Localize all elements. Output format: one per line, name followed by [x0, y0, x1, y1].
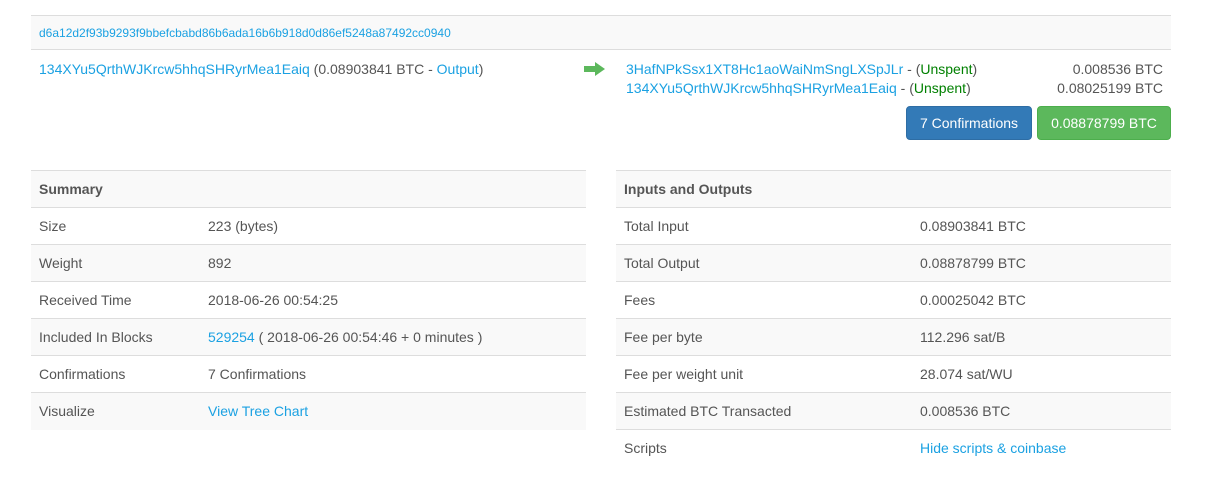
row-value: 28.074 sat/WU	[912, 355, 1171, 393]
table-row: Included In Blocks 529254 ( 2018-06-26 0…	[31, 318, 586, 356]
row-label: Size	[31, 207, 200, 245]
inputs-outputs-header-row: Inputs and Outputs	[616, 170, 1171, 208]
row-label: Received Time	[31, 281, 200, 319]
output-amount: 0.08025199 BTC	[1057, 80, 1163, 96]
row-value: Hide scripts & coinbase	[912, 429, 1171, 467]
input-address-link[interactable]: 134XYu5QrthWJKrcw5hhqSHRyrMea1Eaiq	[39, 61, 310, 77]
input-amount: (0.08903841 BTC -	[309, 61, 437, 77]
output-address-group: 3HafNPkSsx1XT8Hc1aoWaiNmSngLXSpJLr - (Un…	[626, 60, 977, 79]
row-value: 112.296 sat/B	[912, 318, 1171, 356]
inputs-outputs-title: Inputs and Outputs	[616, 170, 1171, 208]
row-value: View Tree Chart	[200, 392, 586, 430]
output-separator: - (	[896, 80, 914, 96]
row-value: 223 (bytes)	[200, 207, 586, 245]
table-row: Total Input 0.08903841 BTC	[616, 207, 1171, 245]
row-value: 2018-06-26 00:54:25	[200, 281, 586, 319]
output-status-link[interactable]: Unspent	[914, 80, 966, 96]
table-row: Visualize View Tree Chart	[31, 392, 586, 430]
transaction-input: 134XYu5QrthWJKrcw5hhqSHRyrMea1Eaiq (0.08…	[39, 60, 483, 79]
input-suffix: )	[478, 61, 484, 77]
row-value: 0.08903841 BTC	[912, 207, 1171, 245]
output-row: 134XYu5QrthWJKrcw5hhqSHRyrMea1Eaiq - (Un…	[626, 79, 1163, 98]
table-row: Total Output 0.08878799 BTC	[616, 244, 1171, 282]
row-label: Scripts	[616, 429, 912, 467]
row-label: Fee per byte	[616, 318, 912, 356]
total-amount-button[interactable]: 0.08878799 BTC	[1037, 106, 1171, 140]
table-row: Fee per weight unit 28.074 sat/WU	[616, 355, 1171, 393]
row-label: Confirmations	[31, 355, 200, 393]
summary-table: Summary Size 223 (bytes) Weight 892 Rece…	[31, 170, 586, 430]
output-close: )	[966, 80, 971, 96]
table-row: Fees 0.00025042 BTC	[616, 281, 1171, 319]
table-row: Estimated BTC Transacted 0.008536 BTC	[616, 392, 1171, 430]
transaction-hash-link[interactable]: d6a12d2f93b9293f9bbefcbabd86b6ada16b6b91…	[39, 26, 451, 40]
row-value: 0.08878799 BTC	[912, 244, 1171, 282]
inputs-outputs-table: Inputs and Outputs Total Input 0.0890384…	[616, 170, 1171, 467]
output-row: 3HafNPkSsx1XT8Hc1aoWaiNmSngLXSpJLr - (Un…	[626, 60, 1163, 79]
row-value: 0.008536 BTC	[912, 392, 1171, 430]
transaction-box: d6a12d2f93b9293f9bbefcbabd86b6ada16b6b91…	[31, 15, 1171, 150]
block-height-link[interactable]: 529254	[208, 329, 255, 345]
row-value: 7 Confirmations	[200, 355, 586, 393]
output-amount: 0.008536 BTC	[1072, 61, 1163, 77]
output-address-link[interactable]: 3HafNPkSsx1XT8Hc1aoWaiNmSngLXSpJLr	[626, 61, 903, 77]
row-label: Included In Blocks	[31, 318, 200, 356]
row-label: Weight	[31, 244, 200, 282]
view-tree-chart-link[interactable]: View Tree Chart	[208, 403, 308, 419]
transaction-buttons: 7 Confirmations 0.08878799 BTC	[906, 106, 1171, 140]
output-separator: - (	[903, 61, 921, 77]
row-label: Total Input	[616, 207, 912, 245]
transaction-io-row: 134XYu5QrthWJKrcw5hhqSHRyrMea1Eaiq (0.08…	[31, 50, 1171, 150]
input-output-link[interactable]: Output	[437, 61, 479, 77]
row-value: 892	[200, 244, 586, 282]
row-label: Total Output	[616, 244, 912, 282]
row-label: Visualize	[31, 392, 200, 430]
table-row: Confirmations 7 Confirmations	[31, 355, 586, 393]
output-address-link[interactable]: 134XYu5QrthWJKrcw5hhqSHRyrMea1Eaiq	[626, 80, 897, 96]
block-time: ( 2018-06-26 00:54:46 + 0 minutes )	[254, 329, 483, 345]
summary-title: Summary	[31, 170, 586, 208]
table-row: Fee per byte 112.296 sat/B	[616, 318, 1171, 356]
transaction-hash-row: d6a12d2f93b9293f9bbefcbabd86b6ada16b6b91…	[31, 15, 1171, 50]
row-label: Fee per weight unit	[616, 355, 912, 393]
arrow-right-icon	[584, 62, 605, 76]
table-row: Size 223 (bytes)	[31, 207, 586, 245]
output-address-group: 134XYu5QrthWJKrcw5hhqSHRyrMea1Eaiq - (Un…	[626, 79, 971, 98]
row-value: 529254 ( 2018-06-26 00:54:46 + 0 minutes…	[200, 318, 586, 356]
table-row: Scripts Hide scripts & coinbase	[616, 429, 1171, 467]
hide-scripts-link[interactable]: Hide scripts & coinbase	[920, 440, 1066, 456]
row-label: Fees	[616, 281, 912, 319]
row-label: Estimated BTC Transacted	[616, 392, 912, 430]
summary-header-row: Summary	[31, 170, 586, 208]
transaction-outputs: 3HafNPkSsx1XT8Hc1aoWaiNmSngLXSpJLr - (Un…	[626, 60, 1163, 98]
output-close: )	[972, 61, 978, 77]
table-row: Received Time 2018-06-26 00:54:25	[31, 281, 586, 319]
output-status-link[interactable]: Unspent	[920, 61, 972, 77]
table-row: Weight 892	[31, 244, 586, 282]
row-value: 0.00025042 BTC	[912, 281, 1171, 319]
confirmations-button[interactable]: 7 Confirmations	[906, 106, 1032, 140]
